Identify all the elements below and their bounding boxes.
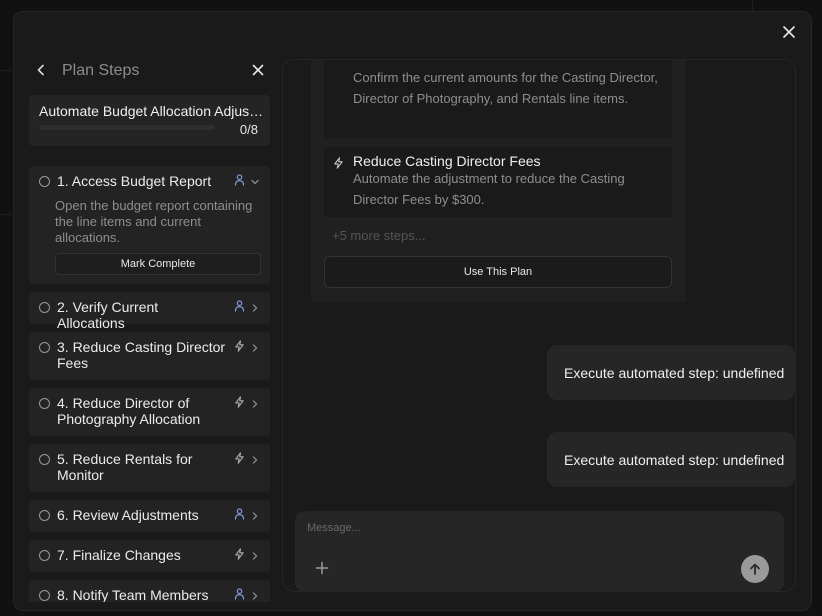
step-status-circle[interactable] [39,342,50,353]
user-message-bubble: Execute automated step: undefined [547,345,795,400]
plan-name: Automate Budget Allocation Adjustments [39,103,264,119]
step-label: 8. Notify Team Members [57,587,209,602]
preview-step: Verify Current AllocationsConfirm the cu… [324,60,672,138]
use-plan-button[interactable]: Use This Plan [324,256,672,288]
chevron-down-icon[interactable] [250,174,260,185]
lightning-icon [234,339,245,352]
plan-step-item[interactable]: 4. Reduce Director of Photography Alloca… [29,388,270,436]
panel-title: Plan Steps [62,62,140,79]
step-status-circle[interactable] [39,510,50,521]
preview-step-description: Automate the adjustment to reduce the Ca… [353,171,625,207]
plan-step-item[interactable]: 6. Review Adjustments [29,500,270,532]
lightning-icon [234,395,245,408]
lightning-icon [333,156,345,169]
background-fragment [0,70,12,215]
step-label: 2. Verify Current Allocations [57,299,159,331]
plan-step-item[interactable]: 7. Finalize Changes [29,540,270,572]
plan-step-item[interactable]: 5. Reduce Rentals for Monitor [29,444,270,492]
step-status-circle[interactable] [39,176,50,187]
person-icon [234,507,245,520]
add-attachment-button[interactable] [315,561,329,575]
plan-step-item[interactable]: 3. Reduce Casting Director Fees [29,332,270,380]
plan-step-item[interactable]: 1. Access Budget Report Open the budget r… [29,166,270,284]
lightning-icon [234,547,245,560]
preview-step: Reduce Casting Director Fees Automate the… [324,147,672,217]
chevron-right-icon[interactable] [250,588,260,600]
chevron-right-icon[interactable] [250,300,260,312]
person-icon [234,587,245,600]
arrow-up-icon [750,563,760,575]
more-steps-text: +5 more steps... [332,228,426,243]
step-label: 4. Reduce Director of Photography Alloca… [57,395,201,427]
close-icon [783,26,795,38]
close-icon [252,64,264,76]
modal-close-button[interactable] [779,22,799,42]
step-status-circle[interactable] [39,302,50,313]
step-status-circle[interactable] [39,590,50,601]
step-status-circle[interactable] [39,454,50,465]
step-label: 6. Review Adjustments [57,507,199,523]
step-label: 1. Access Budget Report [57,173,212,189]
chevron-right-icon[interactable] [250,548,260,560]
message-composer [295,511,784,591]
mark-complete-button[interactable]: Mark Complete [55,253,261,275]
send-button[interactable] [741,555,769,583]
person-icon [234,173,245,186]
plan-step-item[interactable]: 8. Notify Team Members [29,580,270,602]
panel-header: Plan Steps [29,57,270,87]
back-button[interactable] [33,62,49,78]
chat-panel: Verify Current AllocationsConfirm the cu… [282,59,796,592]
plan-summary-card: Automate Budget Allocation Adjustments 0… [29,95,270,146]
chevron-right-icon[interactable] [250,340,260,352]
lightning-icon [234,451,245,464]
person-icon [234,299,245,312]
chevron-left-icon [37,64,44,76]
plus-icon [315,561,329,575]
user-message-bubble: Execute automated step: undefined [547,432,795,487]
preview-step-description: Confirm the current amounts for the Cast… [353,70,658,106]
panel-close-button[interactable] [250,62,266,78]
plan-progress-count: 0/8 [239,122,258,137]
chevron-right-icon[interactable] [250,508,260,520]
step-status-circle[interactable] [39,398,50,409]
chevron-right-icon[interactable] [250,396,260,408]
preview-step-title: Reduce Casting Director Fees [353,153,541,169]
step-description: Open the budget report containing the li… [55,198,253,245]
step-status-circle[interactable] [39,550,50,561]
chevron-right-icon[interactable] [250,452,260,464]
plan-progress-bar [39,125,215,130]
message-input[interactable] [307,519,767,537]
step-label: 5. Reduce Rentals for Monitor [57,451,193,483]
plan-steps-panel: Plan Steps Automate Budget Allocation Ad… [29,57,270,602]
plan-preview-card: Verify Current AllocationsConfirm the cu… [311,60,686,302]
plan-step-item[interactable]: 2. Verify Current Allocations [29,292,270,331]
plan-modal: Plan Steps Automate Budget Allocation Ad… [13,11,812,611]
step-label: 3. Reduce Casting Director Fees [57,339,226,371]
step-label: 7. Finalize Changes [57,547,181,563]
